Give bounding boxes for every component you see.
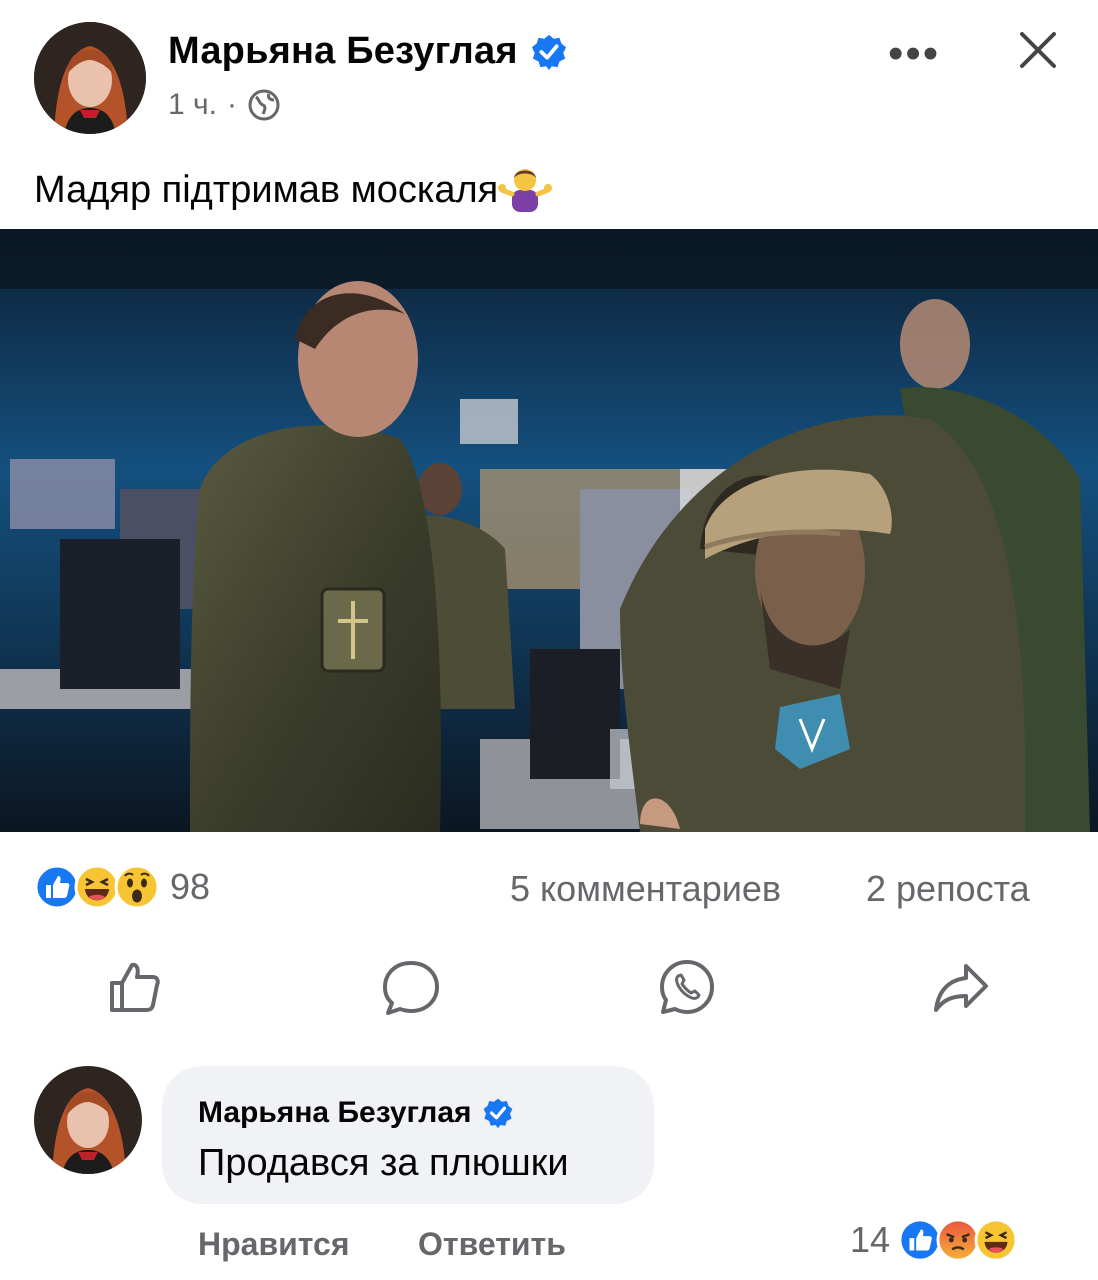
comment-text: Продався за плюшки xyxy=(198,1142,569,1184)
post-text-content: Мадяр підтримав москаля xyxy=(34,169,499,211)
post-time[interactable]: 1 ч. xyxy=(168,88,217,122)
haha-reaction-icon xyxy=(974,1218,1018,1262)
reaction-count: 98 xyxy=(170,866,211,907)
meta-separator: · xyxy=(226,88,237,121)
like-action-icon[interactable] xyxy=(104,956,166,1018)
comment-like-button[interactable]: Нравится xyxy=(198,1226,350,1263)
close-icon[interactable] xyxy=(1016,28,1060,72)
comments-count[interactable]: 5 комментариев xyxy=(510,868,781,910)
comment-reply-button[interactable]: Ответить xyxy=(418,1226,566,1263)
author-name[interactable]: Марьяна Безуглая xyxy=(168,30,518,73)
comment-action-icon[interactable] xyxy=(380,956,442,1018)
author-avatar[interactable] xyxy=(34,22,146,134)
post-text: Мадяр підтримав москаля xyxy=(34,160,553,214)
shares-count[interactable]: 2 репоста xyxy=(866,868,1030,910)
wow-reaction-icon xyxy=(114,864,160,910)
commenter-avatar[interactable] xyxy=(34,1066,142,1174)
more-options-button[interactable]: ••• xyxy=(888,32,940,76)
whatsapp-action-icon[interactable] xyxy=(656,956,718,1018)
comment-reactions[interactable]: 14 xyxy=(850,1218,1018,1262)
verified-badge-icon xyxy=(530,33,568,71)
verified-badge-icon xyxy=(482,1097,514,1129)
reactions-summary[interactable]: 98 xyxy=(34,864,210,910)
globe-icon xyxy=(247,88,281,122)
person-shrugging-emoji xyxy=(498,160,553,214)
post-photo[interactable] xyxy=(0,229,1098,832)
comment-reaction-count: 14 xyxy=(850,1219,891,1260)
comment-author[interactable]: Марьяна Безуглая xyxy=(198,1096,472,1130)
share-action-icon[interactable] xyxy=(930,956,992,1018)
